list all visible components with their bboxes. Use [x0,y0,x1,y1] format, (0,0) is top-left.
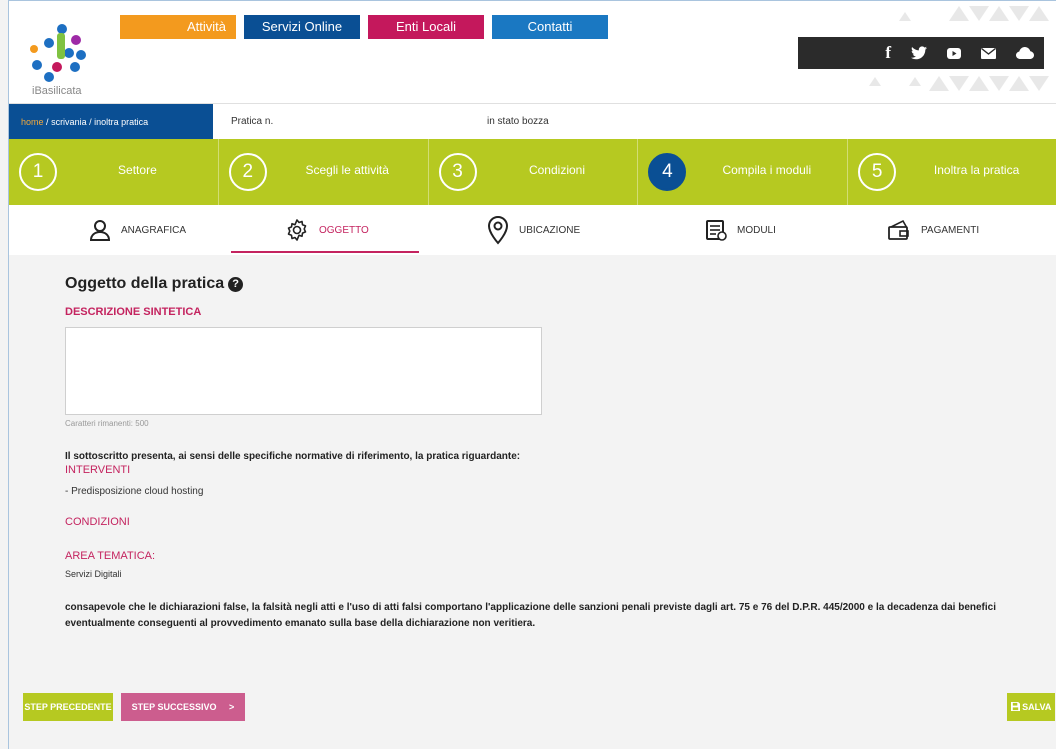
step-precedente-button[interactable]: STEP PRECEDENTE [23,693,113,721]
save-icon [1010,702,1020,711]
gear-icon [287,219,307,241]
presenta-statement: Il sottoscritto presenta, ai sensi delle… [65,451,521,462]
step-label: Scegli le attività [305,163,389,177]
step-label: Compila i moduli [722,163,812,177]
site-header: iBasilicata Attività Servizi Online Enti… [9,1,1056,103]
tab-anagrafica[interactable]: ANAGRAFICA [89,205,186,255]
breadcrumb-scrivania[interactable]: scrivania [51,117,87,127]
envelope-icon[interactable] [981,47,996,59]
step-inoltra-pratica[interactable]: 5 Inoltra la pratica [848,139,1056,205]
location-pin-icon [487,215,509,245]
descrizione-textarea[interactable] [65,327,542,415]
user-icon [89,220,111,241]
top-navigation: Attività Servizi Online Enti Locali Cont… [120,15,608,39]
breadcrumb-inoltra-pratica[interactable]: inoltra pratica [94,117,148,127]
nav-attivita[interactable]: Attività [120,15,236,39]
step-compila-moduli[interactable]: 4 Compila i moduli [638,139,849,205]
area-tematica-value: Servizi Digitali [65,569,122,579]
help-icon[interactable]: ? [228,276,244,292]
step-number: 2 [228,153,267,191]
tab-pagamenti[interactable]: PAGAMENTI [887,205,979,255]
twitter-icon[interactable] [911,46,927,60]
step-successivo-button[interactable]: STEP SUCCESSIVO > [121,693,245,721]
area-tematica-label: AREA TEMATICA: [65,550,156,562]
breadcrumb-home[interactable]: home [21,117,44,127]
breadcrumb-bar: home / scrivania / inoltra pratica Prati… [9,103,1056,140]
step-condizioni[interactable]: 3 Condizioni [429,139,639,205]
form-tabs: ANAGRAFICA OGGETTO UBICAZIONE MODULI PAG… [9,205,1056,255]
nav-servizi-online[interactable]: Servizi Online [244,15,360,39]
step-scegli-attivita[interactable]: 2 Scegli le attività [219,139,429,205]
breadcrumb-separator: / [46,117,49,127]
youtube-icon[interactable] [947,47,961,59]
step-number: 5 [858,153,897,191]
char-counter: Caratteri rimanenti: 500 [65,419,149,428]
wizard-steps: 1 Settore 2 Scegli le attività 3 Condizi… [9,139,1056,205]
breadcrumb: home / scrivania / inoltra pratica [9,104,213,140]
legal-disclaimer: consapevole che le dichiarazioni false, … [65,602,997,629]
condizioni-label: CONDIZIONI [65,516,130,528]
tab-oggetto[interactable]: OGGETTO [285,205,369,255]
document-icon [706,220,727,241]
tab-ubicazione[interactable]: UBICAZIONE [487,205,580,255]
salva-button[interactable]: SALVA [1007,693,1055,721]
wallet-icon [888,219,909,240]
tab-label: UBICAZIONE [519,224,581,236]
intervento-item: - Predisposizione cloud hosting [65,486,204,497]
pratica-status: in stato bozza [487,116,549,127]
interventi-label: INTERVENTI [65,464,131,476]
nav-contatti[interactable]: Contatti [492,15,608,39]
page-title: Oggetto della pratica ? [65,275,244,293]
descrizione-label: DESCRIZIONE SINTETICA [65,306,202,318]
step-label: Inoltra la pratica [933,163,1020,177]
step-number: 4 [648,153,687,191]
step-label: Condizioni [528,163,586,177]
facebook-icon[interactable]: f [885,43,891,63]
cloud-icon[interactable] [1016,47,1034,59]
tab-label: OGGETTO [319,224,369,236]
page-frame: iBasilicata Attività Servizi Online Enti… [8,0,1056,749]
logo-text: iBasilicata [32,85,82,97]
pratica-number: Pratica n. [231,116,274,127]
step-label: Settore [118,163,157,177]
step-successivo-label: STEP SUCCESSIVO [131,702,217,712]
tab-label: ANAGRAFICA [121,224,187,236]
tab-moduli[interactable]: MODULI [705,205,776,255]
page-title-text: Oggetto della pratica [65,275,225,292]
active-tab-underline [231,251,419,253]
step-settore[interactable]: 1 Settore [9,139,219,205]
breadcrumb-separator: / [89,117,92,127]
social-bar: f [798,37,1044,69]
step-number: 1 [19,153,57,191]
tab-label: MODULI [737,224,776,236]
chevron-right-icon: > [229,702,235,712]
step-number: 3 [438,153,477,191]
nav-enti-locali[interactable]: Enti Locali [368,15,484,39]
tab-label: PAGAMENTI [921,224,980,236]
salva-label: SALVA [1022,702,1052,712]
